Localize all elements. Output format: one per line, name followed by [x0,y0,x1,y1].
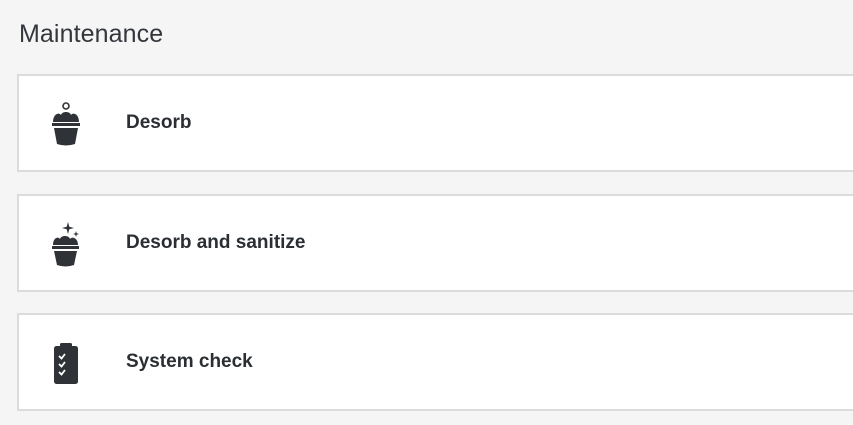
section-title: Maintenance [19,20,164,48]
bucket-sparkle-icon [49,220,83,268]
system-check-button[interactable]: System check [17,313,853,411]
desorb-and-sanitize-button[interactable]: Desorb and sanitize [17,194,853,292]
bucket-icon [49,100,83,148]
system-check-label: System check [126,351,253,372]
desorb-and-sanitize-label: Desorb and sanitize [126,232,306,253]
desorb-label: Desorb [126,112,192,133]
desorb-button[interactable]: Desorb [17,74,853,172]
clipboard-check-icon [49,339,83,387]
